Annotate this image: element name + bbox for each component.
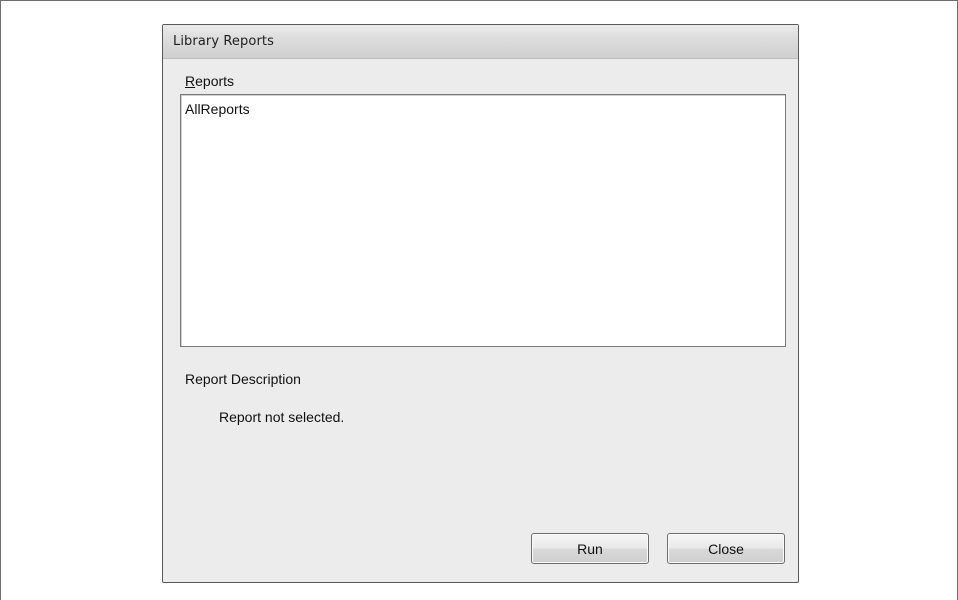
reports-label: Reports (185, 73, 234, 89)
run-button[interactable]: Run (531, 533, 649, 564)
report-description-text: Report not selected. (219, 409, 345, 425)
close-button[interactable]: Close (667, 533, 785, 564)
reports-list[interactable]: AllReports (180, 94, 786, 347)
library-reports-dialog: Library Reports Reports AllReports Repor… (162, 24, 799, 583)
report-description-heading: Report Description (185, 371, 301, 387)
title-bar[interactable]: Library Reports (163, 25, 798, 59)
reports-label-mnemonic: R (185, 73, 196, 89)
reports-label-rest: eports (195, 73, 235, 89)
window-title: Library Reports (173, 34, 274, 49)
list-item-allreports[interactable]: AllReports (185, 101, 250, 117)
